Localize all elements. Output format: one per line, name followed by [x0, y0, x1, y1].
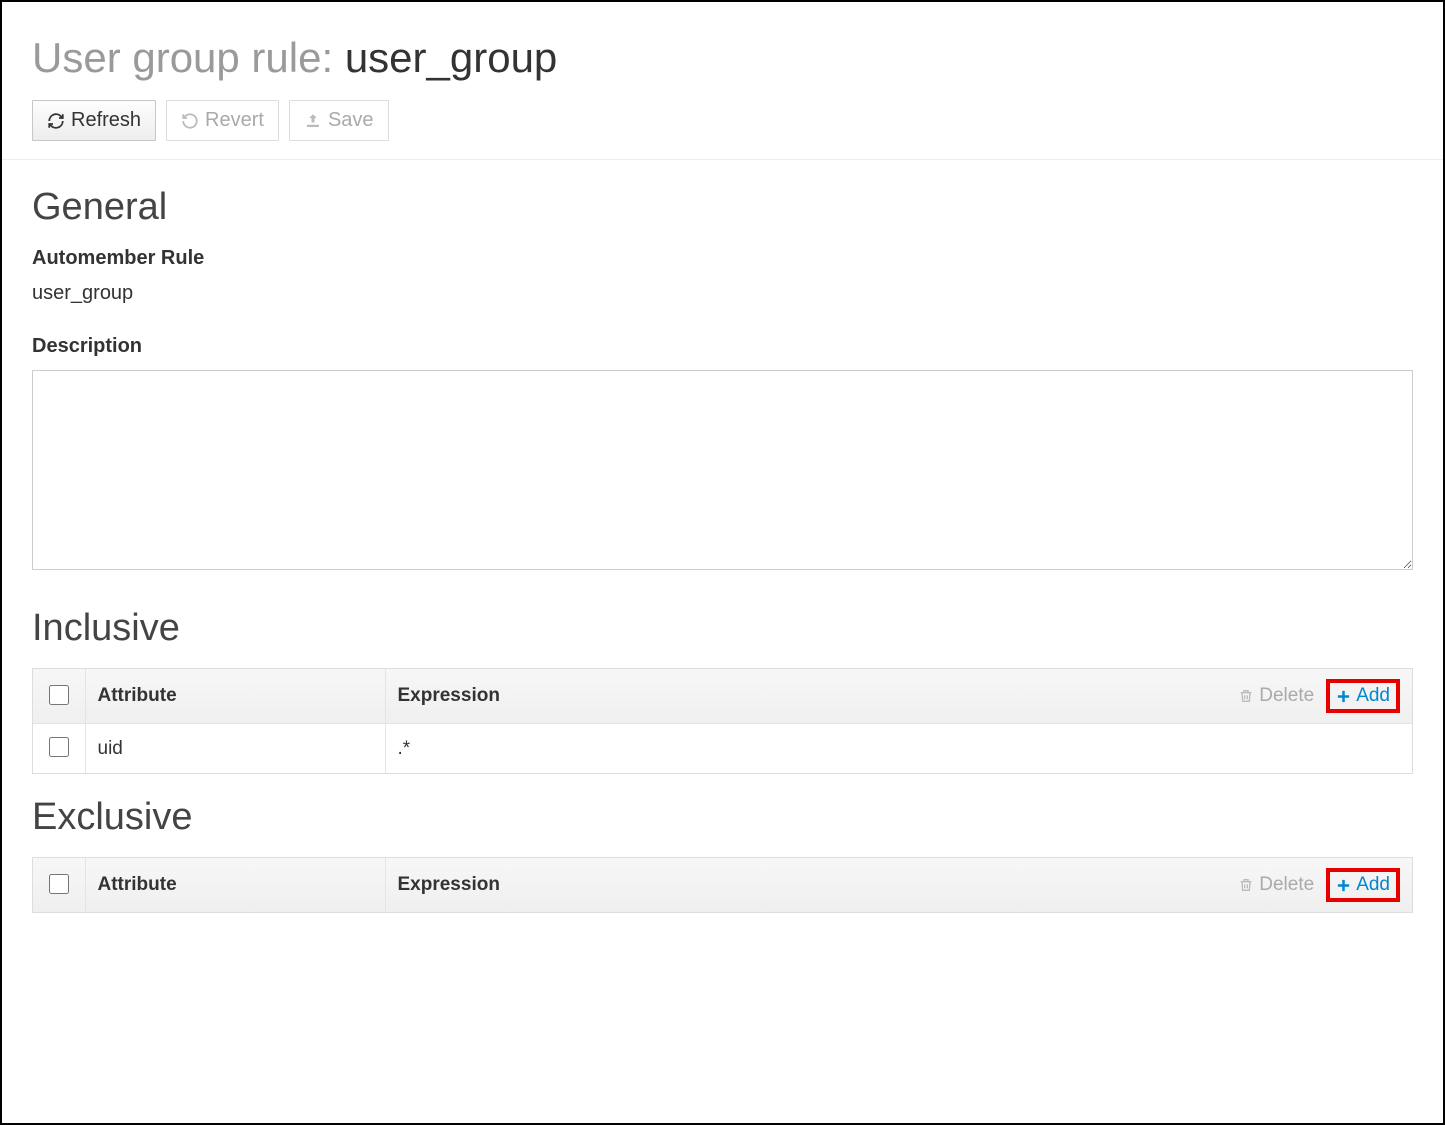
- plus-icon: [1336, 878, 1351, 893]
- inclusive-add-button[interactable]: Add: [1336, 685, 1390, 707]
- inclusive-table: Attribute Expression: [32, 668, 1413, 774]
- revert-icon: [181, 112, 199, 130]
- refresh-button[interactable]: Refresh: [32, 100, 156, 141]
- exclusive-add-button[interactable]: Add: [1336, 874, 1390, 896]
- exclusive-header-checkbox-cell: [33, 858, 85, 912]
- revert-button-label: Revert: [205, 109, 264, 132]
- table-row: uid .*: [33, 724, 1412, 774]
- trash-icon: [1238, 688, 1254, 704]
- page-title: User group rule: user_group: [32, 34, 1413, 82]
- inclusive-row-checkbox-cell: [33, 724, 85, 774]
- automember-rule-value: user_group: [32, 282, 1413, 305]
- plus-icon: [1336, 689, 1351, 704]
- inclusive-add-label: Add: [1356, 685, 1390, 707]
- inclusive-row-checkbox[interactable]: [49, 737, 69, 757]
- save-button[interactable]: Save: [289, 100, 389, 141]
- save-button-label: Save: [328, 109, 374, 132]
- refresh-button-label: Refresh: [71, 109, 141, 132]
- exclusive-header-attribute: Attribute: [85, 858, 385, 912]
- exclusive-header-expression: Expression Delete: [385, 858, 1412, 912]
- page-container: User group rule: user_group Refresh: [0, 0, 1445, 1125]
- inclusive-select-all-checkbox[interactable]: [49, 685, 69, 705]
- inclusive-row-expression: .*: [385, 724, 1412, 774]
- exclusive-heading: Exclusive: [32, 796, 1413, 839]
- trash-icon: [1238, 877, 1254, 893]
- inclusive-add-highlight: Add: [1326, 679, 1400, 713]
- page-title-prefix: User group rule:: [32, 34, 345, 81]
- refresh-icon: [47, 112, 65, 130]
- automember-rule-label: Automember Rule: [32, 247, 1413, 270]
- inclusive-header-expression: Expression Delete: [385, 669, 1412, 724]
- inclusive-delete-label: Delete: [1259, 685, 1314, 707]
- inclusive-header-attribute: Attribute: [85, 669, 385, 724]
- page-title-rule-name: user_group: [345, 34, 557, 81]
- toolbar: Refresh Revert Save: [32, 100, 1413, 141]
- divider: [2, 159, 1443, 160]
- inclusive-header-checkbox-cell: [33, 669, 85, 724]
- inclusive-row-attribute: uid: [85, 724, 385, 774]
- inclusive-heading: Inclusive: [32, 607, 1413, 650]
- exclusive-table: Attribute Expression: [32, 857, 1413, 913]
- exclusive-select-all-checkbox[interactable]: [49, 874, 69, 894]
- description-textarea[interactable]: [32, 370, 1413, 570]
- exclusive-delete-button[interactable]: Delete: [1238, 874, 1314, 896]
- inclusive-header-expression-label: Expression: [398, 685, 500, 707]
- description-label: Description: [32, 335, 1413, 358]
- exclusive-delete-label: Delete: [1259, 874, 1314, 896]
- exclusive-add-highlight: Add: [1326, 868, 1400, 902]
- exclusive-add-label: Add: [1356, 874, 1390, 896]
- upload-icon: [304, 112, 322, 130]
- inclusive-delete-button[interactable]: Delete: [1238, 685, 1314, 707]
- revert-button[interactable]: Revert: [166, 100, 279, 141]
- general-heading: General: [32, 186, 1413, 229]
- exclusive-header-expression-label: Expression: [398, 874, 500, 896]
